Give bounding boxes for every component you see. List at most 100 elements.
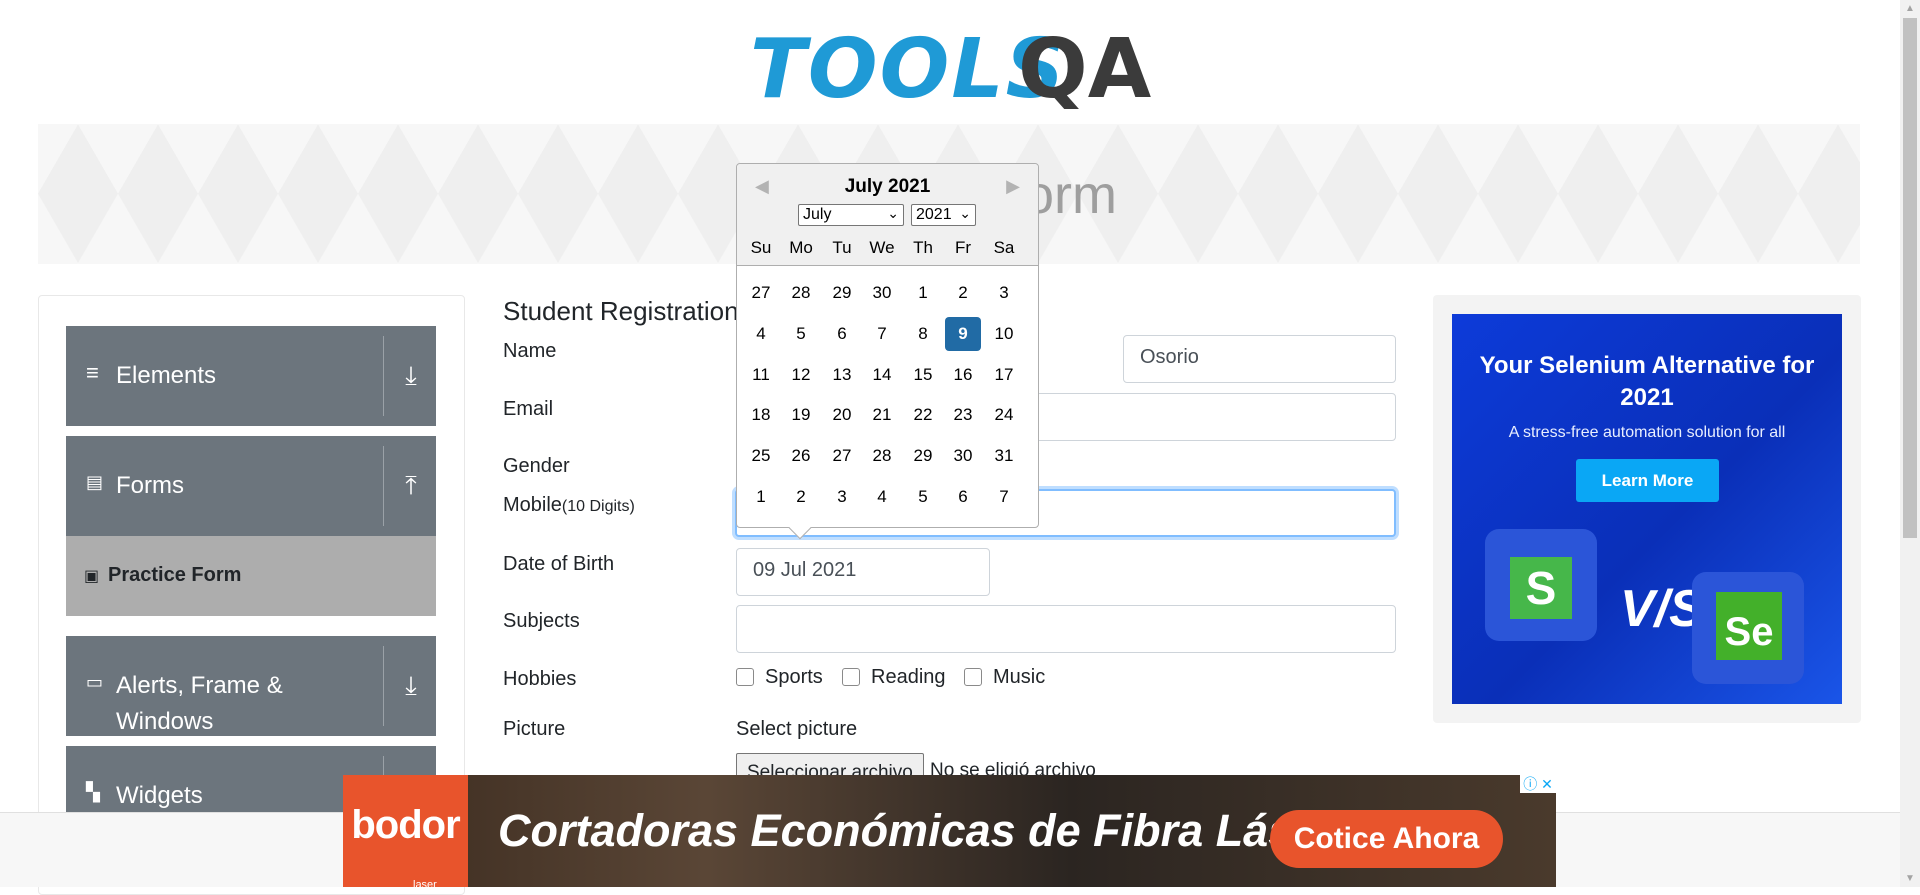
sports-label[interactable]: Sports (765, 666, 823, 689)
ad-selenium-alternative[interactable]: Your Selenium Alternative for 2021 A str… (1433, 295, 1861, 723)
scrollbar[interactable]: ▲ ▼ (1900, 0, 1920, 887)
ad-close-icon[interactable]: ⓘ ✕ (1520, 775, 1556, 793)
gender-label: Gender (503, 455, 570, 477)
subjects-input[interactable] (736, 605, 1396, 653)
calendar-day[interactable]: 29 (824, 276, 860, 310)
toolsqa-logo[interactable]: TOOLS QA (750, 18, 1155, 117)
reading-label[interactable]: Reading (871, 666, 946, 689)
sidebar-group-label: Forms (116, 472, 184, 499)
email-input[interactable] (1035, 393, 1396, 441)
mobile-label: Mobile(10 Digits) (503, 494, 635, 517)
weekday-header: We (869, 238, 895, 257)
music-checkbox[interactable] (964, 668, 982, 686)
calendar-day[interactable]: 4 (743, 317, 779, 351)
sidebar-item-label: Practice Form (108, 564, 242, 586)
calendar-day[interactable]: 5 (905, 480, 941, 514)
datepicker-title: July 2021 (844, 176, 931, 197)
widgets-icon: ▚ (86, 782, 100, 802)
calendar-day[interactable]: 28 (864, 439, 900, 473)
calendar-day[interactable]: 26 (783, 439, 819, 473)
sports-checkbox[interactable] (736, 668, 754, 686)
calendar-day[interactable]: 21 (864, 398, 900, 432)
calendar-day[interactable]: 7 (864, 317, 900, 351)
divider (383, 646, 384, 726)
weekday-header: Fr (954, 238, 972, 257)
calendar-day[interactable]: 27 (743, 276, 779, 310)
sidebar-group-label: Elements (116, 362, 217, 389)
window-icon: ▭ (86, 672, 104, 692)
scroll-down-icon[interactable]: ▼ (1900, 870, 1920, 887)
calendar-day[interactable]: 1 (905, 276, 941, 310)
calendar-day[interactable]: 7 (986, 480, 1022, 514)
calendar-day[interactable]: 6 (824, 317, 860, 351)
calendar-day[interactable]: 24 (986, 398, 1022, 432)
form-icon: ▣ (84, 568, 100, 585)
sidebar-group-label: Widgets (116, 782, 203, 809)
calendar-day[interactable]: 31 (986, 439, 1022, 473)
calendar-day[interactable]: 15 (905, 358, 941, 392)
calendar-day[interactable]: 14 (864, 358, 900, 392)
calendar-day[interactable]: 10 (986, 317, 1022, 351)
calendar-day[interactable]: 23 (945, 398, 981, 432)
month-select[interactable]: July ⌄ (798, 204, 904, 226)
cotice-ahora-button[interactable]: Cotice Ahora (1270, 810, 1503, 868)
sidebar-item-practice-form[interactable]: ▣ Practice Form (66, 536, 436, 616)
hobbies-label: Hobbies (503, 668, 577, 690)
brand-sub: laser (413, 879, 437, 887)
calendar-day[interactable]: 29 (905, 439, 941, 473)
calendar-day[interactable]: 2 (945, 276, 981, 310)
sidebar-group-elements[interactable]: ≡ Elements ⤓ (66, 326, 436, 426)
calendar-day[interactable]: 1 (743, 480, 779, 514)
document-icon: ▤ (86, 472, 104, 492)
calendar-day[interactable]: 5 (783, 317, 819, 351)
download-icon[interactable]: ⤓ (396, 670, 426, 702)
calendar-day[interactable]: 18 (743, 398, 779, 432)
calendar-day[interactable]: 13 (824, 358, 860, 392)
year-select[interactable]: 2021 ⌄ (911, 204, 976, 226)
selenium-logo: Se (1692, 572, 1804, 684)
reading-checkbox[interactable] (842, 668, 860, 686)
year-select-value: 2021 (916, 206, 952, 223)
calendar-day[interactable]: 25 (743, 439, 779, 473)
ad-bodor-laser[interactable]: bodor laser Cortadoras Económicas de Fib… (343, 775, 1556, 887)
logo-letters: Se (1716, 592, 1782, 660)
calendar-day[interactable]: 4 (864, 480, 900, 514)
calendar-day[interactable]: 12 (783, 358, 819, 392)
sidebar-group-forms[interactable]: ▤ Forms ⤒ (66, 436, 436, 536)
scroll-thumb[interactable] (1903, 18, 1917, 538)
divider (383, 446, 384, 526)
next-month-icon[interactable]: ▶ (1006, 176, 1020, 197)
calendar-day[interactable]: 3 (986, 276, 1022, 310)
calendar-day[interactable]: 19 (783, 398, 819, 432)
calendar-day[interactable]: 22 (905, 398, 941, 432)
scroll-up-icon[interactable]: ▲ (1900, 0, 1920, 17)
last-name-input[interactable]: Osorio (1123, 335, 1396, 383)
chevron-down-icon: ⌄ (887, 205, 899, 221)
calendar-day[interactable]: 8 (905, 317, 941, 351)
calendar-day[interactable]: 27 (824, 439, 860, 473)
sidebar-group-alerts[interactable]: ▭ Alerts, Frame & Windows ⤓ (66, 636, 436, 736)
testproject-logo: S (1485, 529, 1597, 641)
calendar-day[interactable]: 30 (864, 276, 900, 310)
calendar-day[interactable]: 3 (824, 480, 860, 514)
ad-banner[interactable]: Your Selenium Alternative for 2021 A str… (1452, 314, 1842, 704)
learn-more-button[interactable]: Learn More (1576, 459, 1719, 502)
date-of-birth-input[interactable]: 09 Jul 2021 (736, 548, 990, 596)
calendar-day[interactable]: 30 (945, 439, 981, 473)
download-icon[interactable]: ⤓ (396, 360, 426, 392)
calendar-day[interactable]: 11 (743, 358, 779, 392)
sidebar-group-label: Alerts, Frame & Windows (116, 672, 283, 735)
calendar-day[interactable]: 6 (945, 480, 981, 514)
upload-icon[interactable]: ⤒ (396, 470, 426, 502)
brand-name: bodor (351, 803, 460, 847)
calendar-day[interactable]: 28 (783, 276, 819, 310)
calendar-day[interactable]: 20 (824, 398, 860, 432)
calendar-day[interactable]: 16 (945, 358, 981, 392)
calendar-day-selected[interactable]: 9 (945, 317, 981, 351)
datepicker-popup: ◀ July 2021 ▶ July ⌄ 2021 ⌄ Su Mo Tu We Th Fr… (736, 163, 1039, 540)
month-select-value: July (803, 206, 832, 223)
music-label[interactable]: Music (993, 666, 1045, 689)
calendar-day[interactable]: 2 (783, 480, 819, 514)
name-label: Name (503, 340, 557, 362)
calendar-day[interactable]: 17 (986, 358, 1022, 392)
